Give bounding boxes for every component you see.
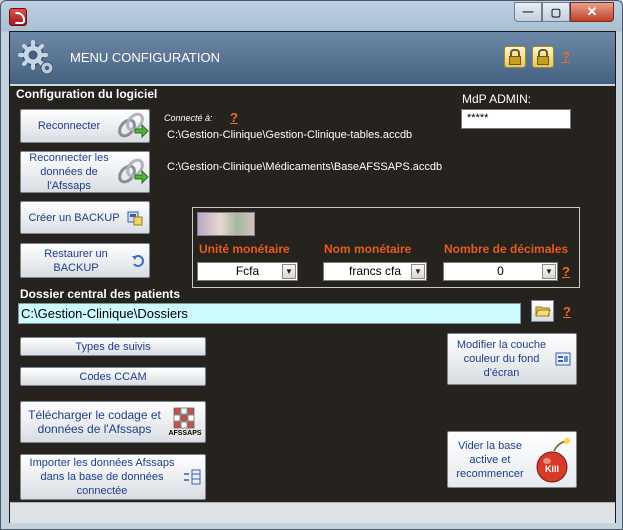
import-afssaps-label: Importer les données Afssaps dans la bas…: [29, 457, 175, 497]
name-value: francs cfa: [348, 264, 402, 278]
types-suivis-button[interactable]: Types de suivis: [20, 337, 206, 356]
patients-section-title: Dossier central des patients: [20, 287, 181, 301]
afssaps-path-text: C:\Gestion-Clinique\Médicaments\BaseAFSS…: [167, 161, 443, 173]
decimals-select[interactable]: 0 ▼: [443, 262, 558, 281]
unit-select[interactable]: Fcfa ▼: [197, 262, 298, 281]
banknote-image: [197, 212, 255, 236]
download-afssaps-button[interactable]: Télécharger le codage et données de l'Af…: [20, 401, 206, 443]
modify-background-label: Modifier la couche couleur du fond d'écr…: [456, 339, 547, 379]
folder-open-icon: [534, 306, 551, 317]
title-bar: — ▢ ✕: [1, 1, 622, 31]
unlock-icon[interactable]: [532, 46, 554, 68]
restore-backup-label: Restaurer un BACKUP: [44, 247, 108, 274]
decimals-value: 0: [497, 264, 504, 278]
db-path-text: C:\Gestion-Clinique\Gestion-Clinique-tab…: [167, 129, 413, 141]
minimize-button[interactable]: —: [514, 2, 542, 22]
chain-link-icon: [118, 158, 149, 185]
chevron-down-icon[interactable]: ▼: [282, 264, 296, 279]
mdp-admin-input[interactable]: *****: [461, 109, 571, 129]
header-help-link[interactable]: ?: [562, 49, 570, 64]
decimals-label: Nombre de décimales: [444, 242, 569, 256]
afssaps-badge: AFSSAPS: [168, 429, 202, 438]
create-backup-label: Créer un BACKUP: [28, 211, 120, 224]
name-label: Nom monétaire: [324, 242, 412, 256]
restore-backup-button[interactable]: Restaurer un BACKUP: [20, 243, 150, 278]
lock-icon[interactable]: [504, 46, 526, 68]
unit-value: Fcfa: [235, 264, 260, 278]
modify-background-button[interactable]: Modifier la couche couleur du fond d'écr…: [447, 333, 577, 385]
color-settings-icon: [555, 352, 571, 366]
undo-icon: [132, 254, 144, 267]
app-window: — ▢ ✕ MENU CONFIGURATION ? Configuration…: [0, 0, 623, 530]
reconnect-button[interactable]: Reconnecter: [20, 109, 150, 143]
reconnect-label: Reconnecter: [37, 120, 101, 132]
create-backup-button[interactable]: Créer un BACKUP: [20, 201, 150, 234]
currency-panel: Unité monétaire Nom monétaire Nombre de …: [192, 207, 580, 288]
reconnect-afssaps-button[interactable]: Reconnecter les données de l'Afssaps: [20, 151, 150, 193]
unit-label: Unité monétaire: [199, 242, 290, 256]
reset-database-label: Vider la base active et recommencer: [456, 439, 524, 480]
page-title: MENU CONFIGURATION: [70, 50, 220, 65]
status-strip: [10, 502, 615, 523]
app-icon: [9, 8, 27, 26]
config-section-title: Configuration du logiciel: [16, 87, 158, 101]
patients-folder-input[interactable]: C:\Gestion-Clinique\Dossiers: [18, 303, 521, 324]
backup-icon: [127, 211, 143, 225]
client-area: MENU CONFIGURATION ? Configuration du lo…: [9, 31, 616, 523]
chain-link-icon: [118, 112, 149, 139]
chevron-down-icon[interactable]: ▼: [542, 264, 556, 279]
close-button[interactable]: ✕: [570, 2, 614, 22]
bomb-icon: Kill: [532, 435, 574, 485]
download-afssaps-label: Télécharger le codage et données de l'Af…: [28, 408, 161, 436]
window-controls: — ▢ ✕: [514, 2, 614, 22]
table-import-icon: [184, 469, 201, 485]
import-afssaps-button[interactable]: Importer les données Afssaps dans la bas…: [20, 454, 206, 500]
types-suivis-label: Types de suivis: [75, 340, 151, 353]
header-bar: MENU CONFIGURATION ?: [10, 32, 615, 86]
browse-folder-button[interactable]: [531, 300, 554, 322]
codes-ccam-label: Codes CCAM: [79, 370, 147, 383]
connected-help-link[interactable]: ?: [230, 110, 238, 125]
name-select[interactable]: francs cfa ▼: [323, 262, 427, 281]
connected-label: Connecté à:: [164, 113, 213, 123]
gear-icon: [18, 40, 54, 75]
patients-help-link[interactable]: ?: [563, 304, 571, 319]
kill-badge: Kill: [544, 463, 559, 474]
currency-help-link[interactable]: ?: [562, 264, 570, 279]
maximize-button[interactable]: ▢: [542, 2, 570, 22]
reconnect-afssaps-label: Reconnecter les données de l'Afssaps: [29, 152, 109, 192]
mdp-admin-label: MdP ADMIN:: [462, 92, 532, 106]
reset-database-button[interactable]: Vider la base active et recommencer Kill: [447, 431, 577, 488]
chevron-down-icon[interactable]: ▼: [411, 264, 425, 279]
afssaps-icon: AFSSAPS: [168, 405, 202, 439]
codes-ccam-button[interactable]: Codes CCAM: [20, 367, 206, 386]
